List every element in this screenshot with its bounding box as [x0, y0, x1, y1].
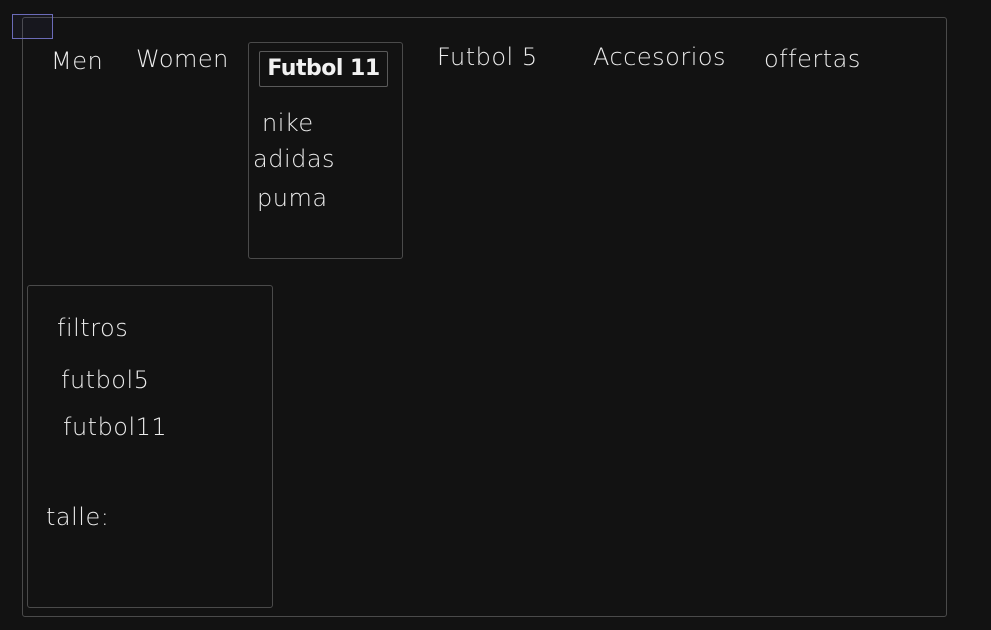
- nav-men[interactable]: Men: [51, 47, 103, 75]
- nav-women[interactable]: Women: [136, 45, 229, 73]
- dropdown-brand-adidas[interactable]: adidas: [253, 145, 335, 173]
- dropdown-brand-puma[interactable]: puma: [257, 184, 328, 212]
- size-label: talle:: [46, 503, 110, 531]
- selection-box[interactable]: [12, 14, 53, 39]
- nav-offertas[interactable]: offertas: [764, 45, 861, 73]
- nav-futbol11[interactable]: Futbol 11: [259, 51, 388, 87]
- filter-option-futbol5[interactable]: futbol5: [61, 366, 149, 394]
- nav-accesorios[interactable]: Accesorios: [593, 43, 726, 71]
- filter-heading: filtros: [57, 314, 129, 342]
- nav-futbol5[interactable]: Futbol 5: [437, 43, 538, 71]
- filter-option-futbol11[interactable]: futbol11: [63, 413, 167, 441]
- dropdown-brand-nike[interactable]: nike: [262, 109, 314, 137]
